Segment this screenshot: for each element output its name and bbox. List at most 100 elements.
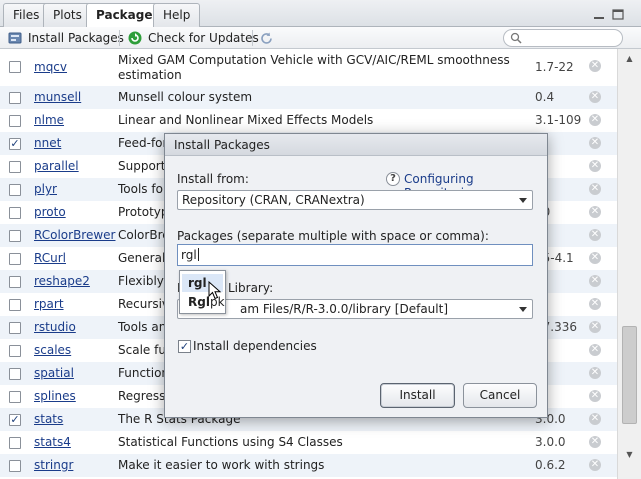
package-name-link[interactable]: proto xyxy=(34,205,66,219)
remove-package-icon[interactable]: ✕ xyxy=(589,183,601,195)
package-name-link[interactable]: spatial xyxy=(34,366,74,380)
library-select[interactable]: am Files/R/R-3.0.0/library [Default] xyxy=(177,299,533,319)
text-caret xyxy=(197,248,199,261)
scroll-up-arrow-icon[interactable]: ▲ xyxy=(622,51,637,66)
package-checkbox[interactable] xyxy=(9,61,21,73)
package-version: 0.6.2 xyxy=(535,458,566,472)
remove-package-icon[interactable]: ✕ xyxy=(589,344,601,356)
remove-package-icon[interactable]: ✕ xyxy=(589,298,601,310)
tab-label: Plots xyxy=(53,8,82,22)
dialog-title: Install Packages xyxy=(165,134,547,156)
package-name-link[interactable]: parallel xyxy=(34,159,79,173)
package-version: 3.0.0 xyxy=(535,435,566,449)
install-packages-button[interactable]: Install Packages xyxy=(8,29,124,47)
package-search-box[interactable] xyxy=(503,29,623,47)
refresh-green-icon xyxy=(128,31,142,45)
package-description: Make it easier to work with strings xyxy=(118,458,325,472)
scrollbar-thumb[interactable] xyxy=(622,326,637,424)
package-name-link[interactable]: stats4 xyxy=(34,435,71,449)
package-name-link[interactable]: mqcv xyxy=(34,60,67,74)
package-checkbox[interactable]: ✓ xyxy=(9,138,21,150)
help-icon[interactable]: ? xyxy=(386,172,400,186)
package-name-link[interactable]: scales xyxy=(34,343,71,357)
remove-package-icon[interactable]: ✕ xyxy=(589,321,601,333)
toolbar-separator xyxy=(252,30,253,46)
table-row: stats4 Statistical Functions using S4 Cl… xyxy=(0,431,617,454)
package-description: Statistical Functions using S4 Classes xyxy=(118,435,343,449)
table-row: mqcv Mixed GAM Computation Vehicle with … xyxy=(0,49,617,86)
install-from-value: Repository (CRAN, CRANextra) xyxy=(182,193,365,207)
search-input[interactable] xyxy=(526,30,618,46)
install-packages-label: Install Packages xyxy=(28,31,124,45)
package-name-link[interactable]: RCurl xyxy=(34,251,66,265)
maximize-pane-icon[interactable] xyxy=(612,9,624,20)
tab-plots[interactable]: Plots xyxy=(43,3,92,27)
package-checkbox[interactable] xyxy=(9,391,21,403)
package-name-link[interactable]: RColorBrewer xyxy=(34,228,116,242)
tab-label: Help xyxy=(163,8,191,22)
remove-package-icon[interactable]: ✕ xyxy=(589,60,601,72)
packages-toolbar: Install Packages Check for Updates xyxy=(0,27,641,49)
remove-package-icon[interactable]: ✕ xyxy=(589,436,601,448)
package-description: Munsell colour system xyxy=(118,90,253,104)
package-name-link[interactable]: munsell xyxy=(34,90,81,104)
package-description: Linear and Nonlinear Mixed Effects Model… xyxy=(118,113,374,127)
package-checkbox[interactable] xyxy=(9,92,21,104)
package-checkbox[interactable] xyxy=(9,322,21,334)
package-name-link[interactable]: stringr xyxy=(34,458,73,472)
package-version: 0.4 xyxy=(535,90,555,104)
package-checkbox[interactable] xyxy=(9,207,21,219)
library-value: am Files/R/R-3.0.0/library [Default] xyxy=(240,302,449,316)
refresh-list-icon[interactable] xyxy=(259,31,274,46)
remove-package-icon[interactable]: ✕ xyxy=(589,252,601,264)
package-checkbox[interactable] xyxy=(9,253,21,265)
remove-package-icon[interactable]: ✕ xyxy=(589,160,601,172)
package-name-link[interactable]: splines xyxy=(34,389,76,403)
install-from-select[interactable]: Repository (CRAN, CRANextra) xyxy=(177,190,533,210)
tab-help[interactable]: Help xyxy=(153,3,201,27)
package-checkbox[interactable] xyxy=(9,345,21,357)
scroll-down-arrow-icon[interactable]: ▼ xyxy=(622,447,637,462)
package-checkbox[interactable] xyxy=(9,460,21,472)
package-checkbox[interactable]: ✓ xyxy=(9,414,21,426)
toolbar-separator xyxy=(119,30,120,46)
package-checkbox[interactable] xyxy=(9,184,21,196)
package-name-link[interactable]: reshape2 xyxy=(34,274,90,288)
remove-package-icon[interactable]: ✕ xyxy=(589,229,601,241)
check-for-updates-button[interactable]: Check for Updates xyxy=(128,29,259,47)
remove-package-icon[interactable]: ✕ xyxy=(589,413,601,425)
minimize-pane-icon[interactable] xyxy=(593,9,605,20)
remove-package-icon[interactable]: ✕ xyxy=(589,390,601,402)
package-checkbox[interactable] xyxy=(9,276,21,288)
package-checkbox[interactable] xyxy=(9,437,21,449)
table-row: munsell Munsell colour system 0.4 ✕ xyxy=(0,86,617,109)
package-name-link[interactable]: rpart xyxy=(34,297,64,311)
remove-package-icon[interactable]: ✕ xyxy=(589,137,601,149)
remove-package-icon[interactable]: ✕ xyxy=(589,206,601,218)
package-checkbox[interactable] xyxy=(9,230,21,242)
package-checkbox[interactable] xyxy=(9,161,21,173)
remove-package-icon[interactable]: ✕ xyxy=(589,114,601,126)
package-name-link[interactable]: nnet xyxy=(34,136,61,150)
package-description: Mixed GAM Computation Vehicle with GCV/A… xyxy=(118,53,510,82)
package-name-link[interactable]: stats xyxy=(34,412,63,426)
table-row: nlme Linear and Nonlinear Mixed Effects … xyxy=(0,109,617,132)
package-name-link[interactable]: rstudio xyxy=(34,320,76,334)
autocomplete-match: Rgl xyxy=(188,295,210,309)
remove-package-icon[interactable]: ✕ xyxy=(589,367,601,379)
package-name-link[interactable]: nlme xyxy=(34,113,64,127)
cancel-button[interactable]: Cancel xyxy=(463,383,537,408)
package-checkbox[interactable] xyxy=(9,115,21,127)
package-version: 1.7-22 xyxy=(535,60,574,74)
remove-package-icon[interactable]: ✕ xyxy=(589,91,601,103)
remove-package-icon[interactable]: ✕ xyxy=(589,275,601,287)
package-checkbox[interactable] xyxy=(9,368,21,380)
install-button[interactable]: Install xyxy=(380,383,455,408)
install-dependencies-checkbox[interactable]: ✓ xyxy=(178,340,191,353)
packages-input[interactable]: rgl xyxy=(177,244,533,266)
remove-package-icon[interactable]: ✕ xyxy=(589,459,601,471)
vertical-scrollbar[interactable]: ▲ ▼ xyxy=(617,49,641,479)
package-name-link[interactable]: plyr xyxy=(34,182,57,196)
package-checkbox[interactable] xyxy=(9,299,21,311)
install-dependencies-label: Install dependencies xyxy=(193,339,317,353)
